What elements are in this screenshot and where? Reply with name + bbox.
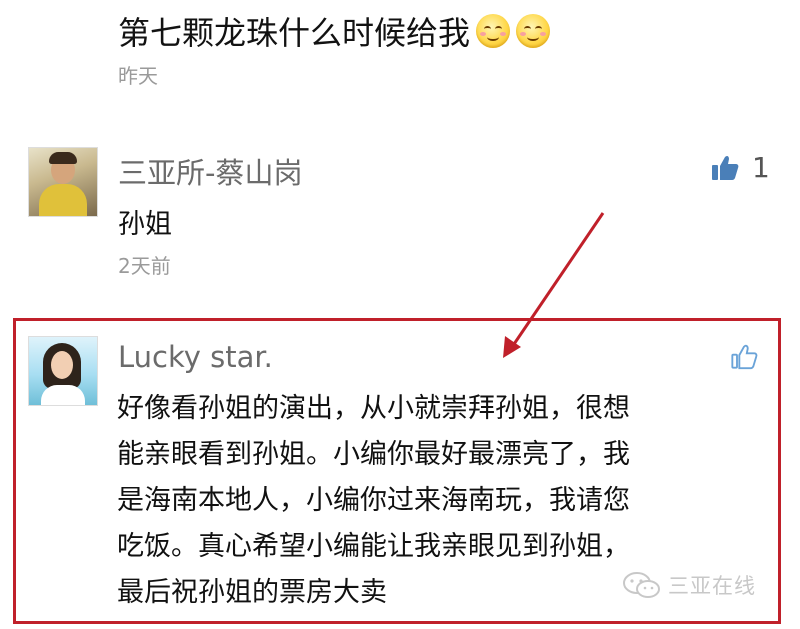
watermark-text: 三亚在线 <box>668 574 756 598</box>
wechat-icon <box>623 572 660 598</box>
watermark: 三亚在线 <box>622 570 756 600</box>
annotation-arrow <box>503 212 605 358</box>
